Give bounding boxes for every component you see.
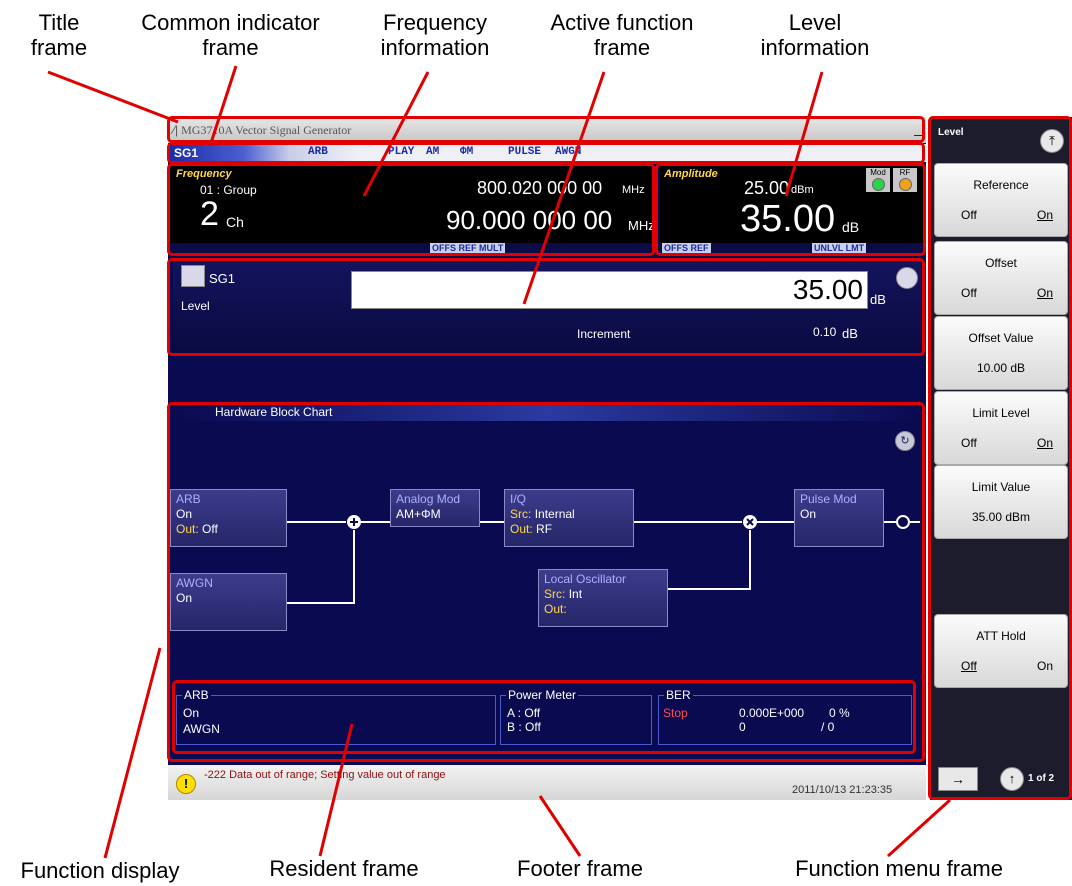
resident-arb[interactable]: ARB On AWGN xyxy=(176,688,496,745)
resident-power-meter[interactable]: Power Meter A : Off B : Off xyxy=(500,688,652,745)
callout-active-function: Active function frame xyxy=(550,10,694,60)
menu-title: Level xyxy=(938,127,964,138)
ber-status: Stop xyxy=(663,706,688,720)
error-message: -222 Data out of range; Setting value ou… xyxy=(204,769,446,781)
callout-function-display: Function display xyxy=(20,858,180,883)
menu-limit-value-button[interactable]: Limit Value 35.00 dBm xyxy=(934,465,1068,539)
menu-limit-level-button[interactable]: Limit Level Off On xyxy=(934,391,1068,465)
menu-offset-button[interactable]: Offset Off On xyxy=(934,241,1068,315)
function-menu: Level ⤒ Reference Off On Offset Off On O… xyxy=(930,117,1072,800)
footer-datetime: 2011/10/13 21:23:35 xyxy=(792,784,893,796)
callout-frequency-information: Frequency information xyxy=(380,10,490,60)
menu-att-hold-button[interactable]: ATT Hold Off On xyxy=(934,614,1068,688)
callout-title-frame: Title frame xyxy=(30,10,88,60)
menu-next-icon[interactable]: → xyxy=(938,767,978,791)
callout-function-menu: Function menu frame xyxy=(795,856,1003,881)
menu-reference-button[interactable]: Reference Off On xyxy=(934,163,1068,237)
rf-output-icon xyxy=(896,515,910,529)
callout-common-indicator: Common indicator frame xyxy=(141,10,320,60)
menu-page-indicator: 1 of 2 xyxy=(1028,773,1055,784)
menu-top-icon[interactable]: ⤒ xyxy=(1040,129,1064,153)
callout-footer-frame: Footer frame xyxy=(517,856,643,881)
warning-icon: ! xyxy=(176,774,196,794)
instrument-screen: ⁄| MG3710A Vector Signal Generator _ SG1… xyxy=(168,117,926,800)
resident-ber[interactable]: BER Stop 0.000E+000 0 % 0 / 0 xyxy=(658,688,912,745)
footer-bar: ! -222 Data out of range; Setting value … xyxy=(168,765,926,800)
menu-offset-value-button[interactable]: Offset Value 10.00 dB xyxy=(934,316,1068,390)
menu-up-icon[interactable]: ↑ xyxy=(1000,767,1024,791)
callout-level-information: Level information xyxy=(760,10,870,60)
callout-resident-frame: Resident frame xyxy=(269,856,419,881)
